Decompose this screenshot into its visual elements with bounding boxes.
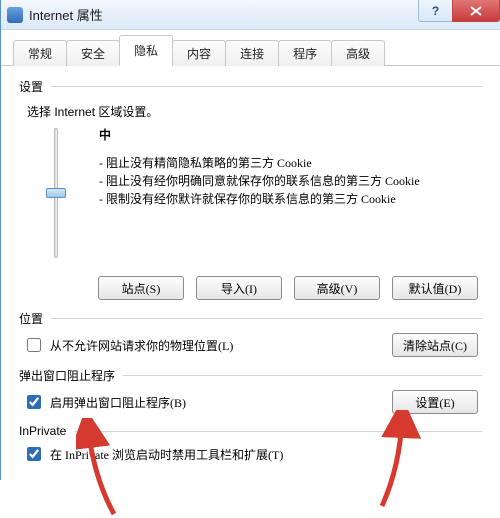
popup-checkbox-label: 启用弹出窗口阻止程序(B) [50,394,186,411]
group-popup-title: 弹出窗口阻止程序 [19,367,115,384]
group-location-title: 位置 [19,310,43,327]
close-icon [470,6,482,16]
sites-button[interactable]: 站点(S) [98,276,184,300]
inprivate-checkbox-label: 在 InPrivate 浏览启动时禁用工具栏和扩展(T) [50,446,283,463]
privacy-level: 中 [99,126,476,143]
tab-security[interactable]: 安全 [66,40,120,66]
group-settings: 设置 选择 Internet 区域设置。 中 - 阻止没有精简隐私策略的第三方 … [19,78,482,300]
privacy-desc-2: - 阻止没有经你明确同意就保存你的联系信息的第三方 Cookie [99,173,476,189]
divider [51,86,482,87]
titlebar: Internet 属性 ? [1,0,500,30]
tab-connections[interactable]: 连接 [225,40,279,66]
window-controls: ? [418,0,500,22]
privacy-slider[interactable] [46,128,66,258]
inprivate-checkbox-row[interactable]: 在 InPrivate 浏览启动时禁用工具栏和扩展(T) [23,444,482,464]
slider-thumb[interactable] [46,188,66,198]
group-settings-title: 设置 [19,78,43,95]
location-checkbox[interactable] [27,338,41,352]
divider [74,431,482,432]
divider [123,375,482,376]
group-inprivate: InPrivate 在 InPrivate 浏览启动时禁用工具栏和扩展(T) [19,424,482,464]
location-checkbox-row[interactable]: 从不允许网站请求你的物理位置(L) [23,335,233,355]
advanced-button[interactable]: 高级(V) [294,276,380,300]
import-button[interactable]: 导入(I) [196,276,282,300]
content-area: 设置 选择 Internet 区域设置。 中 - 阻止没有精简隐私策略的第三方 … [1,66,500,480]
window-icon [7,7,23,23]
window-title: Internet 属性 [29,5,103,24]
tab-programs[interactable]: 程序 [278,40,332,66]
group-popup: 弹出窗口阻止程序 启用弹出窗口阻止程序(B) 设置(E) [19,367,482,418]
zone-text: 选择 Internet 区域设置。 [27,103,482,120]
location-checkbox-label: 从不允许网站请求你的物理位置(L) [50,337,233,354]
inprivate-checkbox[interactable] [27,447,41,461]
popup-settings-button[interactable]: 设置(E) [392,390,478,414]
defaults-button[interactable]: 默认值(D) [392,276,478,300]
tab-advanced[interactable]: 高级 [331,40,385,66]
group-location: 位置 从不允许网站请求你的物理位置(L) 清除站点(C) [19,310,482,361]
divider [51,318,482,319]
close-button[interactable] [452,0,500,22]
privacy-desc-3: - 限制没有经你默许就保存你的联系信息的第三方 Cookie [99,191,476,207]
help-button[interactable]: ? [418,0,452,22]
tab-content[interactable]: 内容 [172,40,226,66]
tabstrip: 常规 安全 隐私 内容 连接 程序 高级 [1,30,500,66]
tab-privacy[interactable]: 隐私 [119,35,173,66]
tab-general[interactable]: 常规 [13,40,67,66]
group-inprivate-title: InPrivate [19,424,66,438]
popup-checkbox-row[interactable]: 启用弹出窗口阻止程序(B) [23,392,186,412]
popup-checkbox[interactable] [27,395,41,409]
privacy-desc-1: - 阻止没有精简隐私策略的第三方 Cookie [99,155,476,171]
clear-sites-button[interactable]: 清除站点(C) [392,333,478,357]
